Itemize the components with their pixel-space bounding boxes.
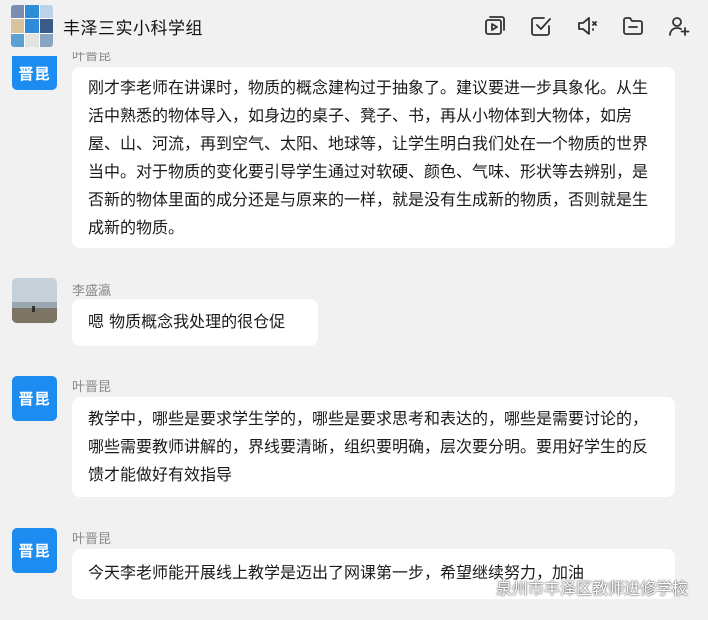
beach-photo-icon bbox=[12, 278, 57, 323]
speaker-icon[interactable] bbox=[574, 13, 600, 39]
message-bubble[interactable]: 刚才李老师在讲课时，物质的概念建构过于抽象了。建议要进一步具象化。从生活中熟悉的… bbox=[72, 67, 675, 248]
group-title: 丰泽三实小科学组 bbox=[63, 19, 203, 39]
avatar-label: 晋昆 bbox=[18, 64, 51, 83]
sender-avatar[interactable]: 晋昆 bbox=[12, 56, 57, 90]
message-bubble[interactable]: 教学中，哪些是要求学生学的，哪些是要求思考和表达的，哪些是需要讨论的，哪些需要教… bbox=[72, 397, 675, 497]
watermark: 泉州市丰泽区教师进修学校 bbox=[470, 575, 688, 599]
avatar-label: 晋昆 bbox=[18, 542, 51, 560]
checkbox-icon[interactable] bbox=[528, 13, 554, 39]
add-member-icon[interactable] bbox=[666, 13, 692, 39]
wechat-icon bbox=[470, 580, 489, 594]
sender-name: 叶晋昆 bbox=[72, 380, 112, 395]
group-avatar[interactable] bbox=[11, 5, 53, 47]
sender-name: 李盛瀛 bbox=[72, 284, 112, 299]
sender-avatar[interactable] bbox=[12, 278, 57, 323]
sender-avatar[interactable]: 晋昆 bbox=[12, 528, 57, 573]
sender-avatar[interactable]: 晋昆 bbox=[12, 376, 57, 421]
chat-header: 丰泽三实小科学组 bbox=[0, 0, 708, 52]
video-icon[interactable] bbox=[482, 13, 508, 39]
folder-icon[interactable] bbox=[620, 13, 646, 39]
sender-name: 叶晋昆 bbox=[72, 532, 112, 547]
message-bubble[interactable]: 嗯 物质概念我处理的很仓促 bbox=[72, 299, 318, 346]
chat-area: 晋昆 叶晋昆 刚才李老师在讲课时，物质的概念建构过于抽象了。建议要进一步具象化。… bbox=[0, 0, 708, 620]
watermark-text: 泉州市丰泽区教师进修学校 bbox=[495, 579, 688, 598]
avatar-label: 晋昆 bbox=[18, 390, 51, 408]
header-toolbar bbox=[482, 13, 692, 39]
